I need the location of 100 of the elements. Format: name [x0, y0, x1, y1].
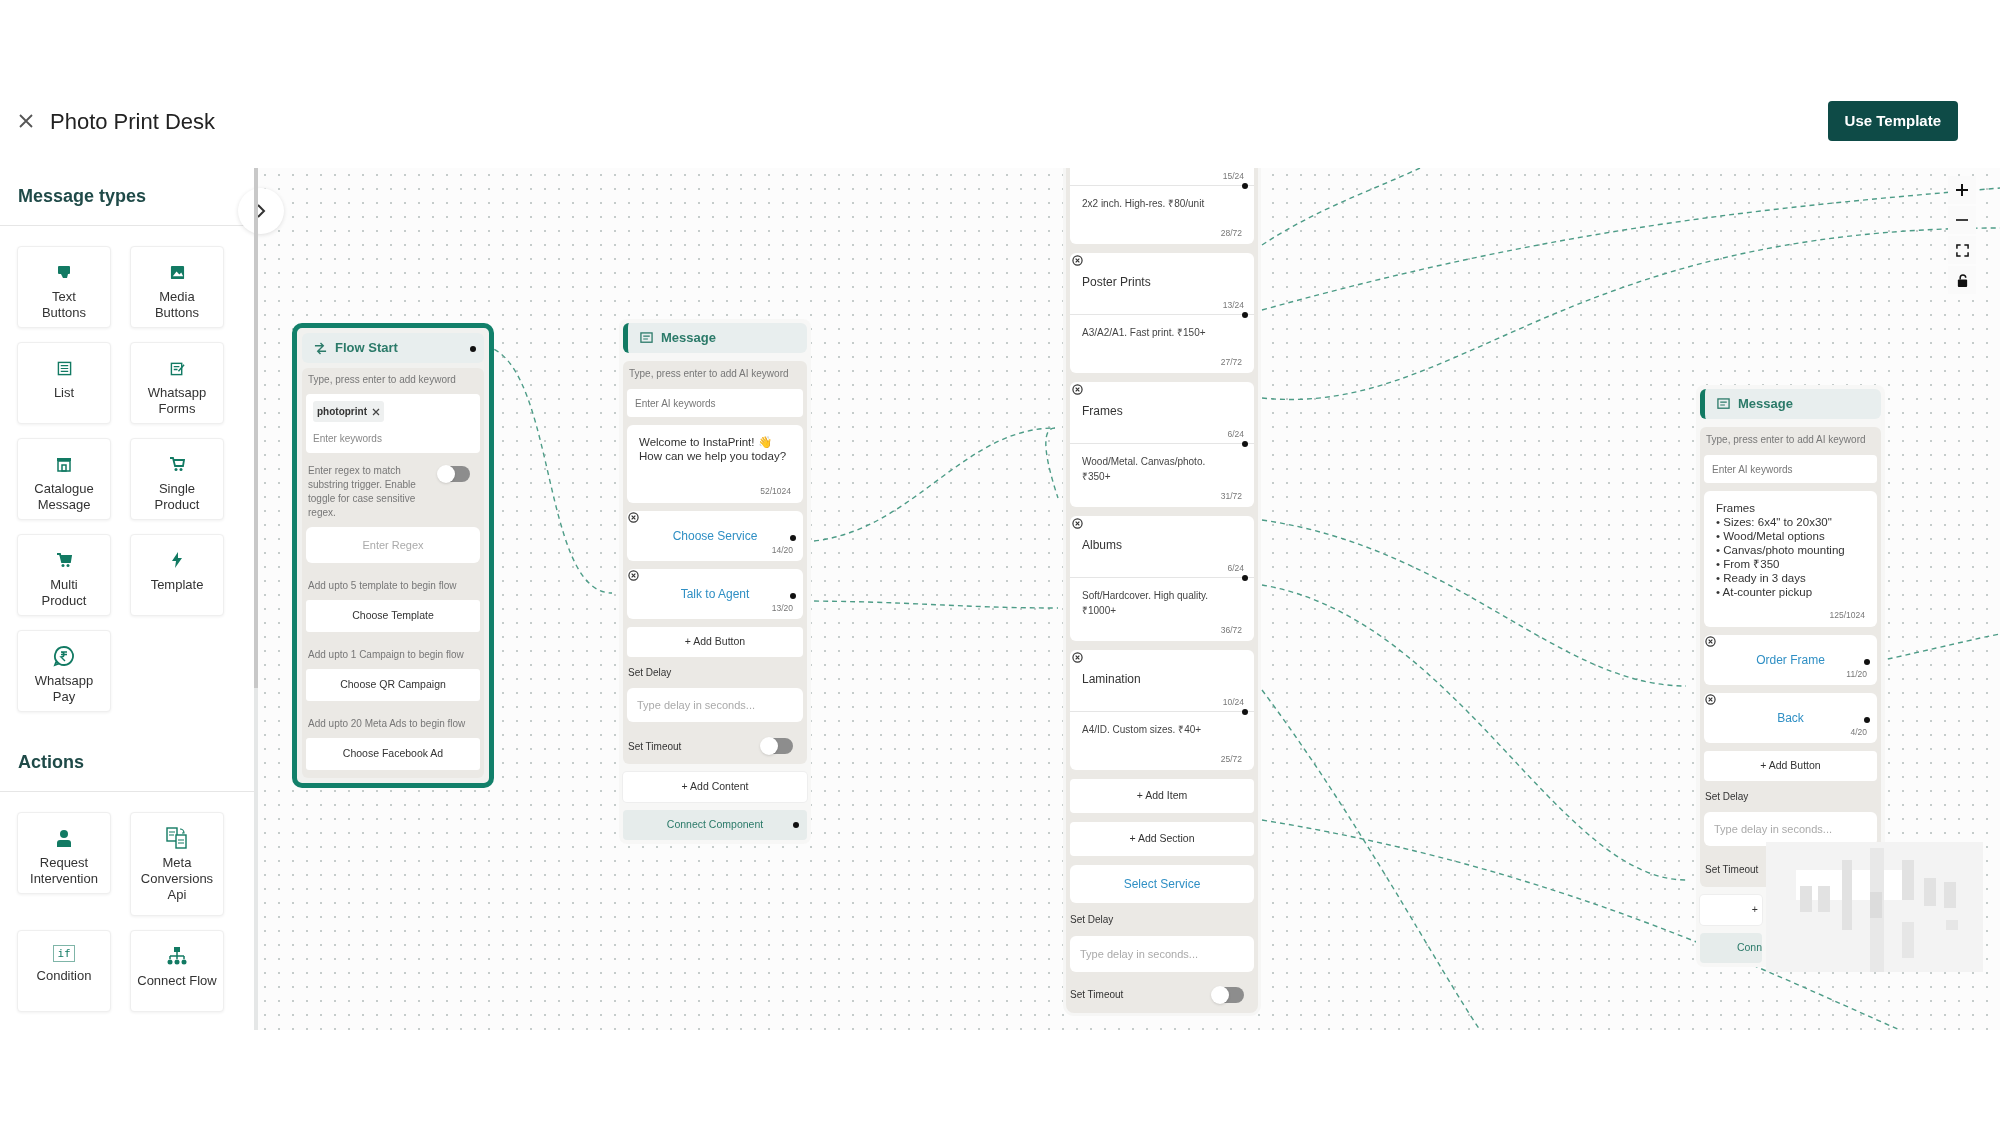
node-header[interactable]: Message: [623, 323, 807, 353]
delay-field[interactable]: Type delay in seconds...: [1070, 935, 1254, 972]
item-title: Poster Prints: [1082, 275, 1151, 289]
toggle-switch[interactable]: [761, 738, 793, 754]
choose-button[interactable]: Choose Template: [306, 600, 480, 632]
connection-handle[interactable]: [790, 593, 796, 599]
character-count: 15/24: [1222, 170, 1244, 183]
bolt-icon: [171, 552, 183, 568]
connection-handle[interactable]: [1242, 312, 1248, 318]
item-title: Frames: [1082, 404, 1123, 418]
message-text: Welcome to InstaPrint! 👋 How can we help you today?: [639, 435, 788, 463]
add-content-button[interactable]: +: [1700, 894, 1762, 925]
delay-field[interactable]: Type delay in seconds...: [1704, 811, 1877, 846]
field-label: Set Delay: [1704, 789, 1750, 804]
tile-label: Whatsapp Pay: [34, 673, 94, 705]
message-type-tile[interactable]: Single Product: [130, 438, 224, 520]
reply-button[interactable]: Back 4/20: [1704, 692, 1877, 743]
choose-button[interactable]: Choose Facebook Ad: [306, 738, 480, 770]
remove-icon: [628, 570, 639, 581]
connection-handle[interactable]: [1242, 708, 1248, 715]
add-button[interactable]: + Add Button: [627, 627, 803, 657]
person-icon: [56, 829, 72, 847]
message-type-tile[interactable]: Request Intervention: [17, 812, 111, 894]
keyword-field[interactable]: photoprint Enter keywords: [306, 394, 480, 453]
delay-field[interactable]: Type delay in seconds...: [627, 688, 803, 722]
add-section-button[interactable]: + Add Section: [1070, 821, 1254, 856]
condition-icon: if: [53, 945, 75, 962]
connection-handle[interactable]: [1864, 716, 1870, 723]
ai-keyword-field[interactable]: Enter AI keywords: [627, 389, 803, 417]
item-description: Wood/Metal. Canvas/photo. ₹350+: [1082, 455, 1207, 484]
message-text-box[interactable]: Welcome to InstaPrint! 👋 How can we help you today? 52/1024: [627, 425, 803, 503]
cart-icon: [56, 552, 72, 568]
item-description: Soft/Hardcover. High quality. ₹1000+: [1082, 588, 1209, 618]
connection-handle[interactable]: [793, 822, 799, 828]
message-type-tile[interactable]: Media Buttons: [130, 246, 224, 328]
list-node[interactable]: [1066, 168, 1258, 1013]
message-type-tile[interactable]: List: [17, 342, 111, 424]
message-type-tile[interactable]: Template: [130, 534, 224, 616]
message-type-tile[interactable]: Catalogue Message: [17, 438, 111, 520]
message-type-tile[interactable]: Multi Product: [17, 534, 111, 616]
section-title: Actions: [18, 751, 84, 774]
toggle-switch[interactable]: [438, 466, 470, 482]
tile-label: Text Buttons: [41, 289, 87, 321]
remove-icon: [1705, 693, 1716, 705]
message-type-tile[interactable]: Meta Conversions Api: [130, 812, 224, 916]
character-count: 27/72: [1220, 356, 1242, 369]
add-button[interactable]: + Add Button: [1704, 750, 1877, 781]
hint-text: Type, press enter to add AI keyword: [1705, 433, 1867, 447]
store-icon: [55, 455, 73, 473]
tile-label: Single Product: [154, 481, 200, 513]
connection-handle[interactable]: [790, 535, 796, 541]
flow-start-node[interactable]: [292, 323, 494, 788]
add-content-button[interactable]: + Add Content: [623, 772, 807, 802]
item-title: Lamination: [1082, 671, 1141, 686]
node-header[interactable]: Flow Start: [302, 333, 484, 363]
select-service-button[interactable]: Select Service: [1070, 864, 1254, 903]
add-item-button[interactable]: + Add Item: [1070, 778, 1254, 813]
message-type-tile[interactable]: Whatsapp Forms: [130, 342, 224, 424]
connection-handle[interactable]: [1242, 574, 1248, 581]
list-item-card[interactable]: Albums 6/24 Soft/Hardcover. High quality. ₹1000+ 36/72: [1070, 515, 1254, 641]
connection-handle[interactable]: [1242, 183, 1248, 189]
message-type-tile[interactable]: Text Buttons: [17, 246, 111, 328]
message-text-box[interactable]: Frames • Sizes: 6x4" to 20x30" • Wood/Metal options • Canvas/photo mounting • From ₹350 • Ready in 3 days • At-counter pickup 125/1024: [1704, 491, 1877, 627]
choose-button[interactable]: Choose QR Campaign: [306, 669, 480, 701]
reply-button[interactable]: Talk to Agent 13/20: [627, 569, 803, 619]
list-item-card[interactable]: 15/24 2x2 inch. High-res. ₹80/unit 28/72: [1070, 168, 1254, 244]
keyword-chip[interactable]: photoprint: [313, 401, 384, 422]
reply-button[interactable]: Choose Service 14/20: [627, 511, 803, 561]
use-template-button[interactable]: Use Template: [1827, 101, 1958, 141]
character-count: 4/20: [1850, 726, 1867, 739]
chevron-right-icon: [256, 203, 266, 219]
regex-field[interactable]: Enter Regex: [306, 527, 480, 563]
toggle-switch[interactable]: [1212, 986, 1244, 1003]
connect-component-button[interactable]: Conn: [1700, 932, 1762, 963]
tile-label: Template: [150, 577, 204, 593]
remove-icon: [628, 512, 639, 523]
list-item-card[interactable]: Lamination 10/24 A4/ID. Custom sizes. ₹40+ 25/72: [1070, 649, 1254, 770]
hint-text: Add upto 1 Campaign to begin flow: [307, 648, 465, 662]
message-type-tile[interactable]: Connect Flow: [130, 930, 224, 1012]
character-count: 36/72: [1220, 623, 1242, 637]
connect-component-button[interactable]: Connect Component: [623, 810, 807, 840]
list-item-card[interactable]: Frames 6/24 Wood/Metal. Canvas/photo. ₹350+ 31/72: [1070, 382, 1254, 507]
close-icon: [18, 113, 34, 129]
message-type-tile[interactable]: Whatsapp Pay: [17, 630, 111, 712]
ai-keyword-field[interactable]: Enter AI keywords: [1704, 455, 1877, 483]
placeholder-text: Enter keywords: [313, 432, 383, 446]
connection-handle[interactable]: [470, 346, 476, 352]
list-item-card[interactable]: Poster Prints 13/24 A3/A2/A1. Fast print. ₹150+ 27/72: [1070, 253, 1254, 373]
connection-handle[interactable]: [1864, 658, 1870, 665]
connection-handle[interactable]: [1242, 441, 1248, 447]
hint-text: Add upto 20 Meta Ads to begin flow: [307, 717, 467, 731]
scrollbar[interactable]: [254, 168, 258, 688]
reply-button[interactable]: Order Frame 11/20: [1704, 634, 1877, 685]
section-title: Message types: [18, 185, 147, 208]
message-type-tile[interactable]: if Condition: [17, 930, 111, 1012]
pointer-icon: [56, 264, 72, 280]
node-header[interactable]: Message: [1700, 389, 1881, 419]
character-count: 10/24: [1222, 695, 1244, 709]
tile-label: Multi Product: [41, 577, 87, 609]
remove-icon: [1072, 651, 1083, 663]
